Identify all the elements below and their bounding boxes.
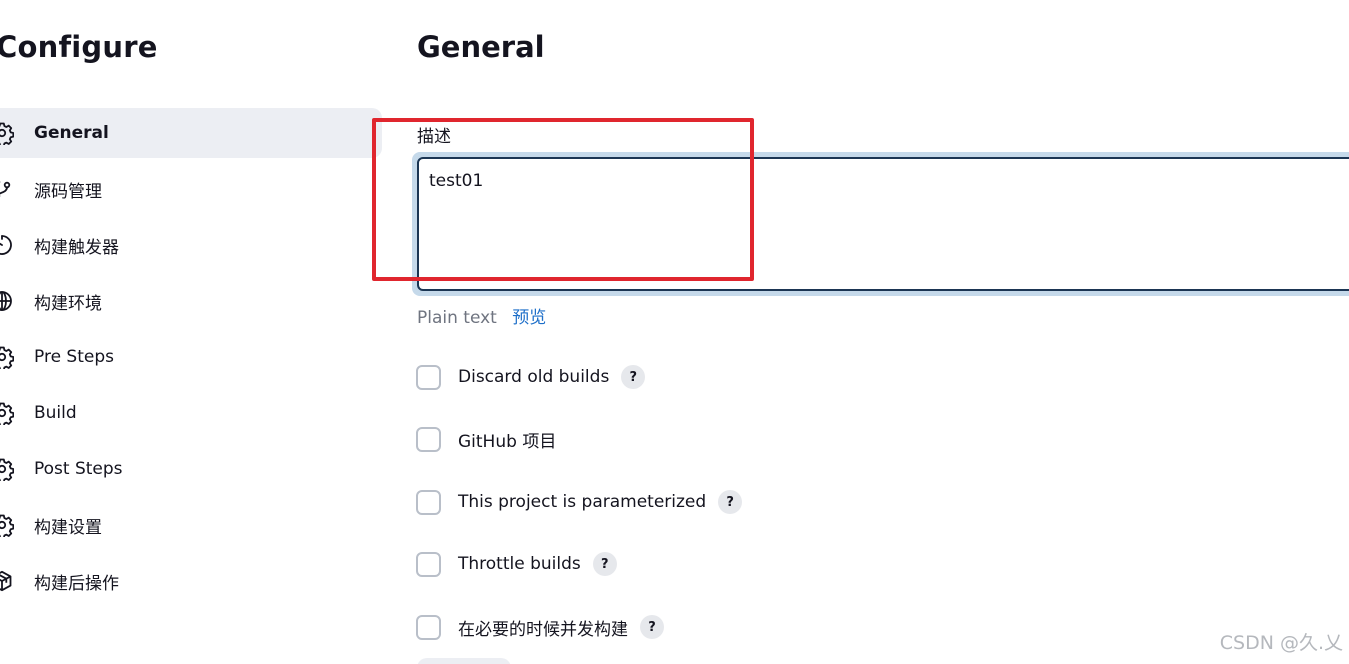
option-label[interactable]: This project is parameterized — [458, 492, 706, 512]
sidebar-item-label: 构建设置 — [34, 517, 102, 538]
description-textarea[interactable]: test01 — [417, 157, 1349, 291]
sidebar-item-build-settings[interactable]: 构建设置 — [0, 500, 382, 550]
sidebar-item-label: 构建环境 — [34, 293, 102, 314]
watermark-text: CSDN @久.乂 — [1219, 632, 1343, 654]
help-icon[interactable]: ? — [621, 365, 646, 389]
option-github-project: GitHub 项目 — [416, 425, 556, 453]
section-title: General — [417, 30, 545, 64]
package-icon — [0, 569, 14, 593]
sidebar-item-label: 构建后操作 — [34, 573, 119, 594]
description-label: 描述 — [417, 127, 451, 147]
sidebar-item-label: Post Steps — [34, 459, 123, 479]
discard-old-builds-checkbox[interactable] — [416, 364, 441, 390]
sidebar-item-post-build-actions[interactable]: 构建后操作 — [0, 556, 382, 606]
parameterized-checkbox[interactable] — [416, 489, 441, 515]
gear-icon — [0, 121, 14, 145]
sidebar-item-post-steps[interactable]: Post Steps — [0, 444, 382, 494]
sidebar-item-general[interactable]: General — [0, 108, 382, 158]
gear-icon — [0, 401, 14, 425]
sidebar-item-label: Build — [34, 403, 77, 423]
configure-page: Configure General 源码管理 构建触发器 构建环境 Pre St… — [0, 0, 1349, 664]
sidebar-item-label: 构建触发器 — [34, 237, 119, 258]
gear-icon — [0, 513, 14, 537]
option-parameterized: This project is parameterized ? — [416, 488, 743, 516]
help-icon[interactable]: ? — [592, 552, 617, 576]
format-plain-text: Plain text — [417, 308, 497, 328]
description-format-row: Plain text 预览 — [417, 303, 546, 328]
throttle-builds-checkbox[interactable] — [416, 551, 441, 577]
sidebar-title: Configure — [0, 30, 158, 64]
option-label[interactable]: Discard old builds — [458, 367, 609, 387]
sidebar-item-label: 源码管理 — [34, 181, 102, 202]
option-label[interactable]: 在必要的时候并发构建 — [458, 615, 628, 640]
option-discard-old-builds: Discard old builds ? — [416, 363, 646, 391]
sidebar-item-label: Pre Steps — [34, 347, 114, 367]
option-label[interactable]: Throttle builds — [458, 554, 581, 574]
timer-icon — [0, 233, 14, 257]
option-concurrent-builds: 在必要的时候并发构建 ? — [416, 613, 664, 641]
sidebar-item-build-environment[interactable]: 构建环境 — [0, 276, 382, 326]
sidebar-item-label: General — [34, 123, 109, 143]
sidebar-item-build-triggers[interactable]: 构建触发器 — [0, 220, 382, 270]
help-icon[interactable]: ? — [640, 615, 664, 639]
source-branch-icon — [0, 177, 14, 201]
sidebar-nav: General 源码管理 构建触发器 构建环境 Pre Steps Build … — [0, 108, 382, 612]
sidebar-item-build[interactable]: Build — [0, 388, 382, 438]
sidebar-item-source-control[interactable]: 源码管理 — [0, 164, 382, 214]
globe-icon — [0, 289, 14, 313]
sidebar-item-pre-steps[interactable]: Pre Steps — [0, 332, 382, 382]
github-project-checkbox[interactable] — [416, 426, 441, 452]
advanced-button-partial[interactable] — [417, 658, 511, 664]
option-label[interactable]: GitHub 项目 — [458, 427, 556, 452]
preview-link[interactable]: 预览 — [512, 308, 546, 328]
concurrent-builds-checkbox[interactable] — [416, 614, 441, 640]
option-throttle-builds: Throttle builds ? — [416, 550, 617, 578]
help-icon[interactable]: ? — [718, 490, 743, 514]
gear-icon — [0, 457, 14, 481]
gear-icon — [0, 345, 14, 369]
